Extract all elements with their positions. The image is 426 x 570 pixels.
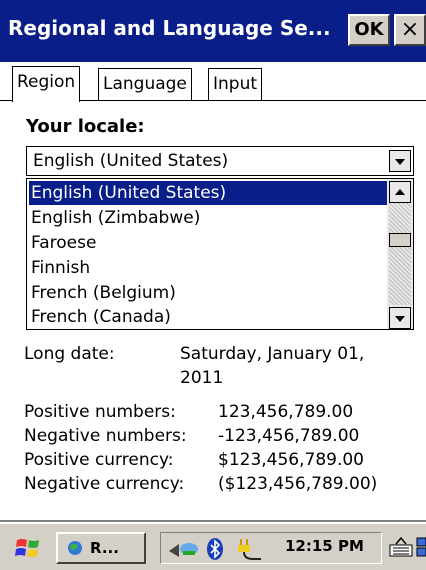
clock[interactable]: 12:15 PM	[285, 537, 364, 555]
list-item[interactable]: English (United States)	[29, 181, 387, 205]
positive-numbers-label: Positive numbers:	[24, 402, 176, 422]
window-title: Regional and Language Se...	[8, 16, 331, 40]
ok-button[interactable]: OK	[348, 14, 390, 46]
chevron-up-icon	[395, 189, 405, 195]
list-item[interactable]: French (Canada)	[29, 305, 387, 329]
list-item[interactable]: French (Belgium)	[29, 281, 387, 305]
positive-currency-label: Positive currency:	[24, 450, 174, 470]
scroll-down-button[interactable]	[389, 307, 411, 329]
locale-dropdown-list: English (United States) English (Zimbabw…	[26, 178, 414, 330]
tab-input[interactable]: Input	[208, 68, 263, 100]
chevron-down-icon	[395, 159, 405, 165]
task-button-label: R...	[90, 539, 119, 557]
close-button[interactable]: ×	[394, 14, 426, 46]
negative-currency-value: ($123,456,789.00)	[218, 474, 378, 494]
task-button[interactable]: R...	[56, 532, 146, 564]
negative-numbers-value: -123,456,789.00	[218, 426, 360, 446]
network-icon[interactable]	[167, 539, 201, 559]
desktop-icon[interactable]	[416, 536, 426, 558]
tab-language[interactable]: Language	[98, 68, 192, 100]
positive-currency-value: $123,456,789.00	[218, 450, 365, 470]
scroll-up-button[interactable]	[389, 181, 411, 203]
long-date-value-line1: Saturday, January 01,	[180, 344, 365, 364]
windows-logo-icon[interactable]	[14, 536, 42, 560]
system-tray: 12:15 PM	[160, 532, 382, 564]
chevron-down-icon	[395, 316, 405, 322]
list-item[interactable]: Faroese	[29, 231, 387, 255]
combo-dropdown-button[interactable]	[389, 150, 411, 172]
long-date-label: Long date:	[24, 344, 115, 364]
positive-numbers-value: 123,456,789.00	[218, 402, 354, 422]
scrollbar-track[interactable]	[389, 203, 411, 305]
taskbar: R... 12:15 PM	[0, 522, 426, 570]
long-date-value-line2: 2011	[180, 368, 224, 388]
list-item[interactable]: Finnish	[29, 256, 387, 280]
tab-strip: Region Language Input	[0, 62, 426, 102]
tab-region[interactable]: Region	[12, 66, 81, 102]
dropdown-scrollbar[interactable]	[387, 179, 413, 329]
list-item[interactable]: English (Zimbabwe)	[29, 206, 387, 230]
globe-icon	[68, 541, 82, 555]
negative-currency-label: Negative currency:	[24, 474, 185, 494]
locale-selected-value: English (United States)	[33, 151, 229, 171]
power-plug-icon[interactable]	[233, 535, 263, 563]
bluetooth-icon[interactable]	[205, 537, 225, 561]
title-bar: Regional and Language Se... OK ×	[0, 0, 426, 62]
locale-heading: Your locale:	[26, 116, 145, 137]
scrollbar-thumb[interactable]	[389, 233, 411, 247]
keyboard-icon[interactable]	[388, 536, 414, 558]
negative-numbers-label: Negative numbers:	[24, 426, 187, 446]
locale-combobox[interactable]: English (United States)	[26, 146, 414, 176]
